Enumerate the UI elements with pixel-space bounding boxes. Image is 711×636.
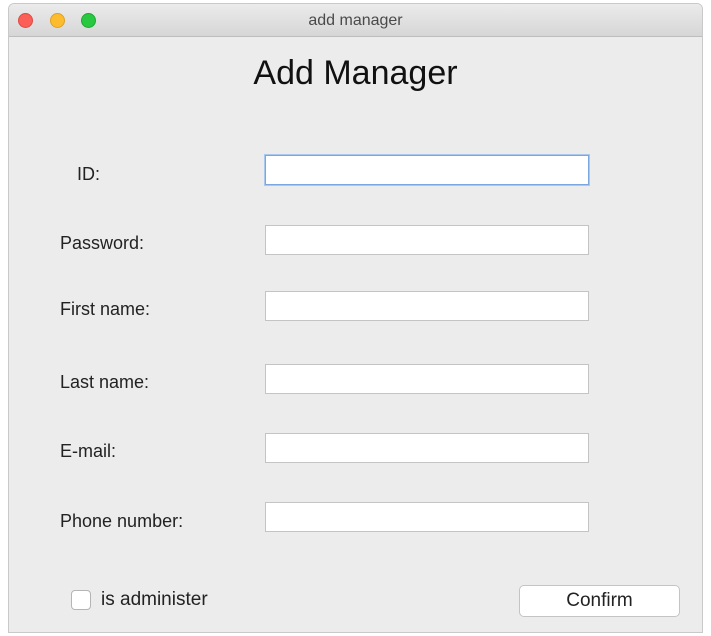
add-manager-window: add manager Add Manager ID: Password: Fi… (8, 3, 703, 633)
id-label: ID: (77, 164, 101, 184)
first-name-label: First name: (60, 299, 151, 319)
first-name-field[interactable] (265, 291, 589, 321)
title-bar: add manager (9, 4, 702, 37)
phone-number-field[interactable] (265, 502, 589, 532)
is-administer-label[interactable]: is administer (101, 589, 208, 611)
id-field[interactable] (265, 155, 589, 185)
page-title: Add Manager (253, 54, 458, 92)
window-title: add manager (308, 12, 403, 29)
password-label: Password: (60, 233, 145, 253)
password-field[interactable] (265, 225, 589, 255)
last-name-field[interactable] (265, 364, 589, 394)
phone-number-label: Phone number: (60, 511, 184, 531)
email-label: E-mail: (60, 441, 117, 461)
email-field[interactable] (265, 433, 589, 463)
last-name-label: Last name: (60, 372, 150, 392)
confirm-button[interactable]: Confirm (519, 585, 680, 617)
is-administer-checkbox[interactable] (71, 590, 91, 610)
